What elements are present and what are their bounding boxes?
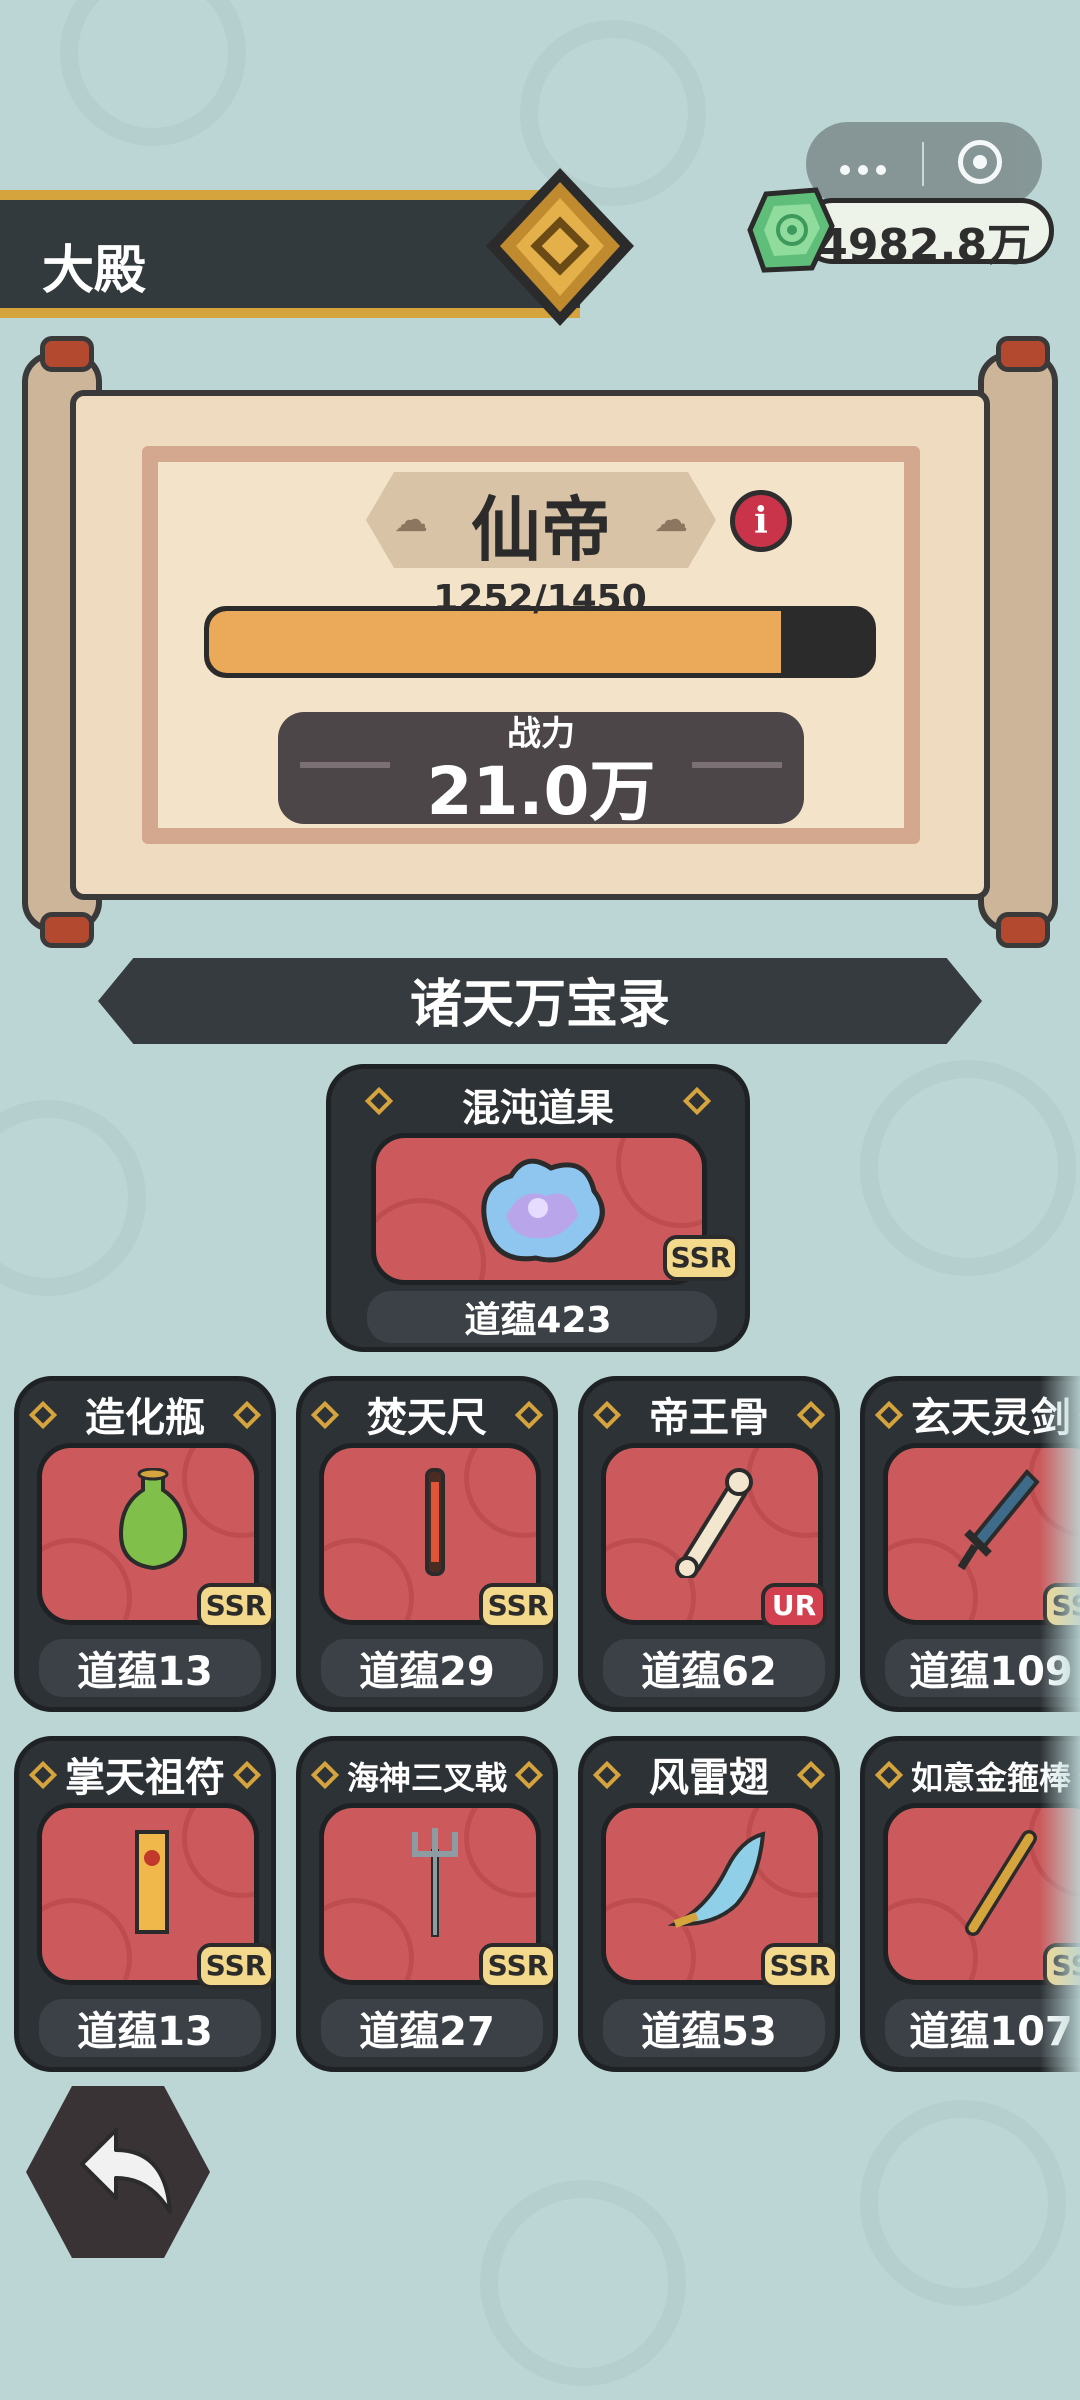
treasure-card[interactable]: 焚天尺 SSR 道蕴29 [296,1376,558,1712]
treasure-name: 混沌道果 [461,1086,614,1130]
treasure-name: 帝王骨 [649,1395,769,1441]
treasure-name: 海神三叉戟 [346,1759,507,1797]
rarity-badge: SSR [663,1235,739,1281]
bone-icon [675,1468,753,1578]
currency-display: 4982.8万 [800,198,1054,271]
scroll-roller-right [978,336,1058,948]
talisman-icon [135,1830,169,1934]
treasure-name: 焚天尺 [367,1395,487,1441]
featured-treasure-card[interactable]: 混沌道果 SSR 道蕴423 [326,1064,750,1352]
rarity-badge: SSR [479,1943,557,1989]
treasure-art-frame [371,1133,707,1285]
back-arrow-icon [80,2128,172,2214]
treasure-value: 道蕴13 [77,1649,213,1695]
treasure-card[interactable]: 掌天祖符 SSR 道蕴13 [14,1736,276,2072]
combat-power-value: 21.0万 [426,753,656,830]
exp-progress-text: 1252/1450 [433,578,647,619]
treasure-value: 道蕴53 [641,2009,777,2055]
staff-icon [965,1830,1037,1936]
target-icon[interactable] [958,140,1002,184]
background-pattern [60,0,246,146]
treasure-card[interactable]: 帝王骨 UR 道蕴62 [578,1376,840,1712]
treasure-name: 掌天祖符 [65,1755,225,1801]
sword-icon [957,1469,1040,1571]
ruler-icon [425,1468,445,1576]
rarity-badge: SSR [761,1943,839,1989]
background-pattern [0,1100,146,1296]
rarity-badge: UR [761,1583,827,1629]
rarity-badge: SSR [197,1583,275,1629]
edge-fade [1040,1370,1080,2090]
treasure-value: 道蕴423 [464,1300,612,1341]
background-pattern [860,1060,1076,1276]
treasure-card[interactable]: 海神三叉戟 SSR 道蕴27 [296,1736,558,2072]
capsule-divider [922,142,924,186]
trident-icon [412,1828,458,1937]
back-button[interactable] [26,2086,210,2258]
background-pattern [480,2180,686,2386]
rarity-badge: SSR [197,1943,275,1989]
currency-value: 4982.8万 [817,220,1031,271]
treasure-card[interactable]: 造化瓶 SSR 道蕴13 [14,1376,276,1712]
rarity-badge: SSR [479,1583,557,1629]
background-pattern [860,2100,1066,2306]
wing-icon [667,1831,766,1928]
treasure-value: 道蕴62 [641,1649,777,1695]
info-icon[interactable]: i [730,490,792,552]
miniprogram-capsule [806,122,1042,206]
more-dots-icon[interactable] [840,160,900,175]
section-title: 诸天万宝录 [409,975,670,1035]
rank-name: 仙帝 [471,489,611,571]
chaos-fruit-icon [481,1158,605,1263]
vase-icon [118,1468,188,1571]
treasure-card[interactable]: 风雷翅 SSR 道蕴53 [578,1736,840,2072]
page-title: 大殿 [42,241,147,301]
combat-power-box: 战力 21.0万 [278,712,804,830]
exp-progress-fill [209,611,781,673]
jade-gem-icon [747,187,835,273]
treasure-value: 道蕴29 [359,1649,495,1695]
treasure-value: 道蕴27 [359,2009,495,2055]
treasure-name: 造化瓶 [85,1395,205,1441]
treasure-value: 道蕴13 [77,2009,213,2055]
title-emblem-icon [486,168,634,326]
treasure-name: 风雷翅 [649,1755,769,1801]
